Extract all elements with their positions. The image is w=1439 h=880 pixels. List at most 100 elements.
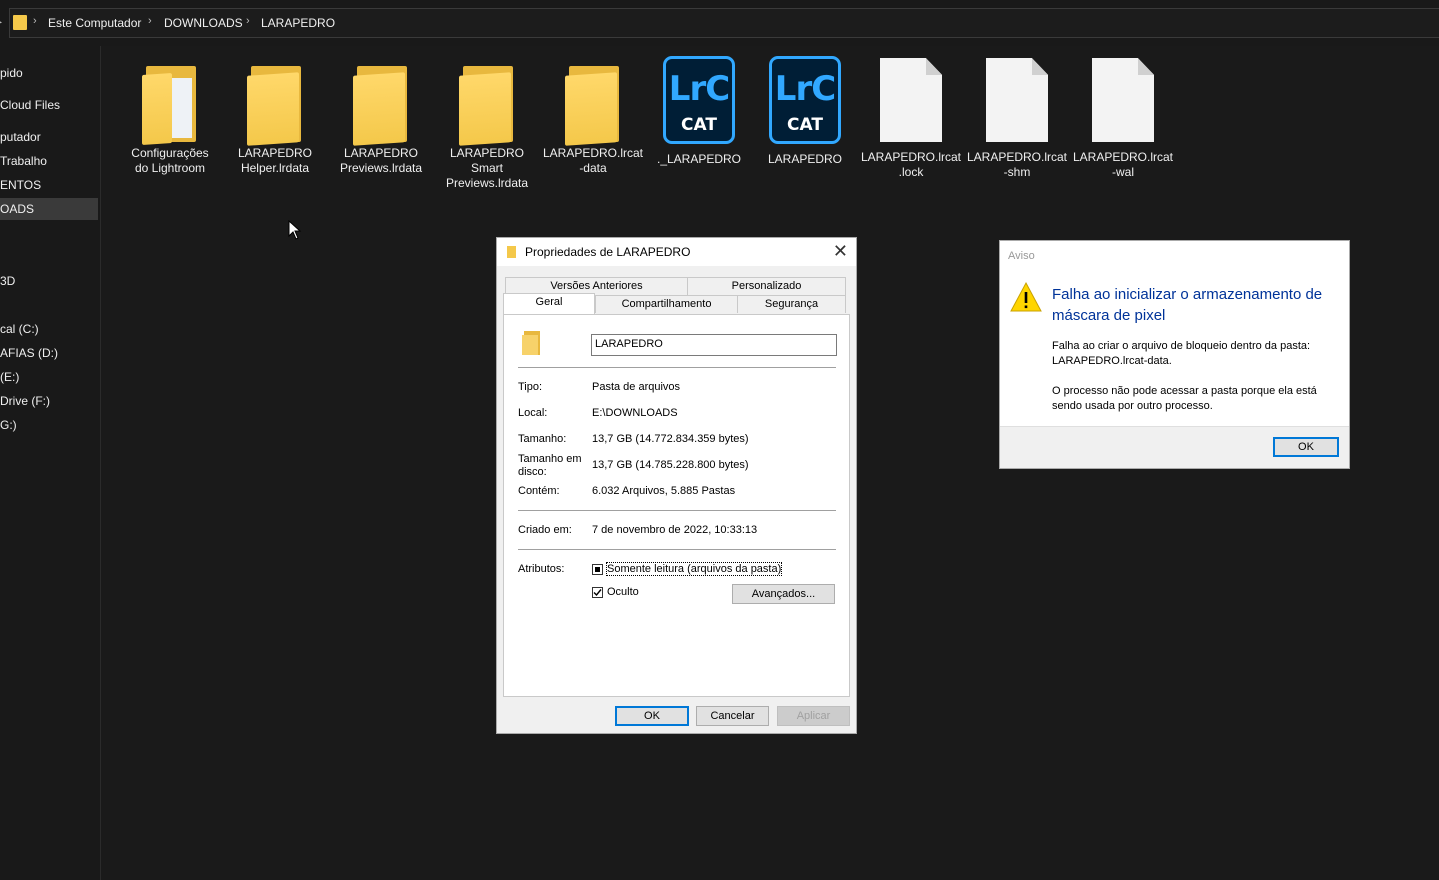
breadcrumb-este-computador[interactable]: Este Computador	[48, 16, 141, 30]
advanced-button[interactable]: Avançados...	[732, 584, 835, 604]
folder-name-field[interactable]: LARAPEDRO	[591, 334, 837, 356]
chevron-right-icon[interactable]: ›	[33, 15, 37, 27]
file-label: ._LARAPEDRO	[656, 152, 742, 166]
divider	[518, 510, 836, 511]
file-label: do Lightroom	[134, 161, 206, 175]
readonly-checkbox[interactable]	[592, 564, 603, 575]
file-item-lrcat-lock[interactable]: LARAPEDRO.lrcat .lock	[860, 58, 962, 180]
close-icon[interactable]: ✕	[833, 241, 848, 262]
local-label: Local:	[518, 407, 548, 419]
nav-item-objetos-3d[interactable]: 3D	[0, 270, 98, 292]
file-label: -shm	[1003, 165, 1031, 179]
nav-item-drive-f[interactable]: Drive (F:)	[0, 390, 98, 412]
file-item-configuracoes-lightroom[interactable]: Configurações do Lightroom	[119, 62, 221, 176]
file-item-dot-underscore-larapedro[interactable]: LrC CAT ._LARAPEDRO	[648, 56, 750, 167]
file-label: LARAPEDRO.lrcat	[542, 146, 644, 160]
ok-button[interactable]: OK	[1273, 437, 1339, 457]
hidden-label[interactable]: Oculto	[607, 586, 639, 598]
general-tab-panel: LARAPEDRO Tipo: Pasta de arquivos Local:…	[503, 314, 850, 697]
hidden-checkbox[interactable]	[592, 587, 603, 598]
properties-dialog: Propriedades de LARAPEDRO ✕ Versões Ante…	[496, 237, 857, 734]
file-item-lrcat-wal[interactable]: LARAPEDRO.lrcat -wal	[1072, 58, 1174, 180]
file-label: LARAPEDRO	[449, 146, 525, 160]
contem-label: Contém:	[518, 485, 560, 497]
file-label: LARAPEDRO.lrcat	[966, 150, 1068, 164]
file-icon	[880, 58, 942, 142]
folder-icon	[13, 15, 27, 30]
divider	[518, 549, 836, 550]
navigation-pane: pido Cloud Files putador Trabalho ENTOS …	[0, 46, 101, 880]
lrc-catalog-icon: LrC CAT	[769, 56, 841, 144]
file-item-smart-previews-lrdata[interactable]: LARAPEDRO Smart Previews.lrdata	[436, 62, 538, 191]
tamanho-disco-label: Tamanho em disco:	[518, 453, 582, 478]
criado-value: 7 de novembro de 2022, 10:33:13	[592, 524, 758, 536]
folder-icon	[561, 62, 625, 146]
tipo-value: Pasta de arquivos	[592, 381, 681, 393]
tamanho-disco-value: 13,7 GB (14.785.228.800 bytes)	[592, 459, 749, 471]
chevron-left-icon[interactable]: ▸	[0, 17, 2, 28]
readonly-label[interactable]: Somente leitura (arquivos da pasta)	[605, 562, 783, 576]
file-label: LARAPEDRO.lrcat	[1072, 150, 1174, 164]
file-label: Previews.lrdata	[445, 176, 529, 190]
file-item-lrcat-shm[interactable]: LARAPEDRO.lrcat -shm	[966, 58, 1068, 180]
folder-icon	[349, 62, 413, 146]
mouse-cursor-icon	[288, 220, 302, 240]
warning-dialog: Aviso Falha ao inicializar o armazenamen…	[999, 240, 1350, 469]
lrc-catalog-icon: LrC CAT	[663, 56, 735, 144]
dialog-titlebar[interactable]: Propriedades de LARAPEDRO ✕	[497, 238, 856, 266]
tab-geral[interactable]: Geral	[503, 293, 595, 314]
file-icon	[986, 58, 1048, 142]
apply-button[interactable]: Aplicar	[777, 706, 850, 726]
warning-icon	[1010, 281, 1042, 312]
tab-compartilhamento[interactable]: Compartilhamento	[595, 295, 738, 313]
breadcrumb-downloads[interactable]: DOWNLOADS	[164, 16, 243, 30]
nav-item-disco-e[interactable]: (E:)	[0, 366, 98, 388]
nav-item-acesso-rapido[interactable]: pido	[0, 62, 98, 84]
file-icon	[1092, 58, 1154, 142]
atributos-label: Atributos:	[518, 563, 565, 575]
file-label: LARAPEDRO	[237, 146, 313, 160]
file-item-lrcat-data[interactable]: LARAPEDRO.lrcat -data	[542, 62, 644, 176]
contem-value: 6.032 Arquivos, 5.885 Pastas	[592, 485, 736, 497]
file-item-helper-lrdata[interactable]: LARAPEDRO Helper.lrdata	[224, 62, 326, 176]
file-item-larapedro-lrcat[interactable]: LrC CAT LARAPEDRO	[754, 56, 856, 167]
folder-icon	[522, 331, 542, 355]
file-label: Smart	[470, 161, 503, 175]
indeterminate-mark	[595, 567, 600, 572]
nav-item-trabalho[interactable]: Trabalho	[0, 150, 98, 172]
file-label: LARAPEDRO.lrcat	[860, 150, 962, 164]
nav-item-computador[interactable]: putador	[0, 126, 98, 148]
ok-button[interactable]: OK	[615, 706, 689, 726]
file-label: Helper.lrdata	[240, 161, 310, 175]
tab-personalizado[interactable]: Personalizado	[687, 277, 846, 295]
criado-label: Criado em:	[518, 524, 572, 536]
warning-heading: Falha ao inicializar o armazenamento de …	[1052, 286, 1323, 324]
checkmark-icon	[593, 589, 602, 597]
file-label: .lock	[898, 165, 924, 179]
tamanho-label: Tamanho:	[518, 433, 567, 445]
tipo-label: Tipo:	[518, 381, 543, 393]
address-bar-area: ▸ › Este Computador › DOWNLOADS › LARAPE…	[0, 0, 1439, 46]
folder-icon	[243, 62, 307, 146]
cancel-button[interactable]: Cancelar	[696, 706, 769, 726]
dialog-title: Propriedades de LARAPEDRO	[525, 245, 691, 259]
nav-item-disco-g[interactable]: G:)	[0, 414, 98, 436]
chevron-right-icon[interactable]: ›	[246, 15, 250, 27]
breadcrumb-larapedro[interactable]: LARAPEDRO	[261, 16, 335, 30]
file-item-previews-lrdata[interactable]: LARAPEDRO Previews.lrdata	[330, 62, 432, 176]
tab-seguranca[interactable]: Segurança	[737, 295, 846, 313]
nav-item-documentos[interactable]: ENTOS	[0, 174, 98, 196]
file-label: -data	[579, 161, 607, 175]
dialog-footer: OK	[1000, 426, 1349, 468]
chevron-right-icon[interactable]: ›	[148, 15, 152, 27]
tamanho-value: 13,7 GB (14.772.834.359 bytes)	[592, 433, 749, 445]
warning-body-2: O processo não pode acessar a pasta porq…	[1052, 385, 1317, 412]
nav-item-disco-d[interactable]: AFIAS (D:)	[0, 342, 98, 364]
warning-body-1: Falha ao criar o arquivo de bloqueio den…	[1052, 340, 1311, 367]
folder-icon	[138, 62, 202, 146]
nav-item-cloud-files[interactable]: Cloud Files	[0, 94, 98, 116]
divider	[518, 367, 836, 368]
file-label: -wal	[1111, 165, 1134, 179]
nav-item-disco-c[interactable]: cal (C:)	[0, 318, 98, 340]
nav-item-downloads[interactable]: OADS	[0, 198, 98, 220]
